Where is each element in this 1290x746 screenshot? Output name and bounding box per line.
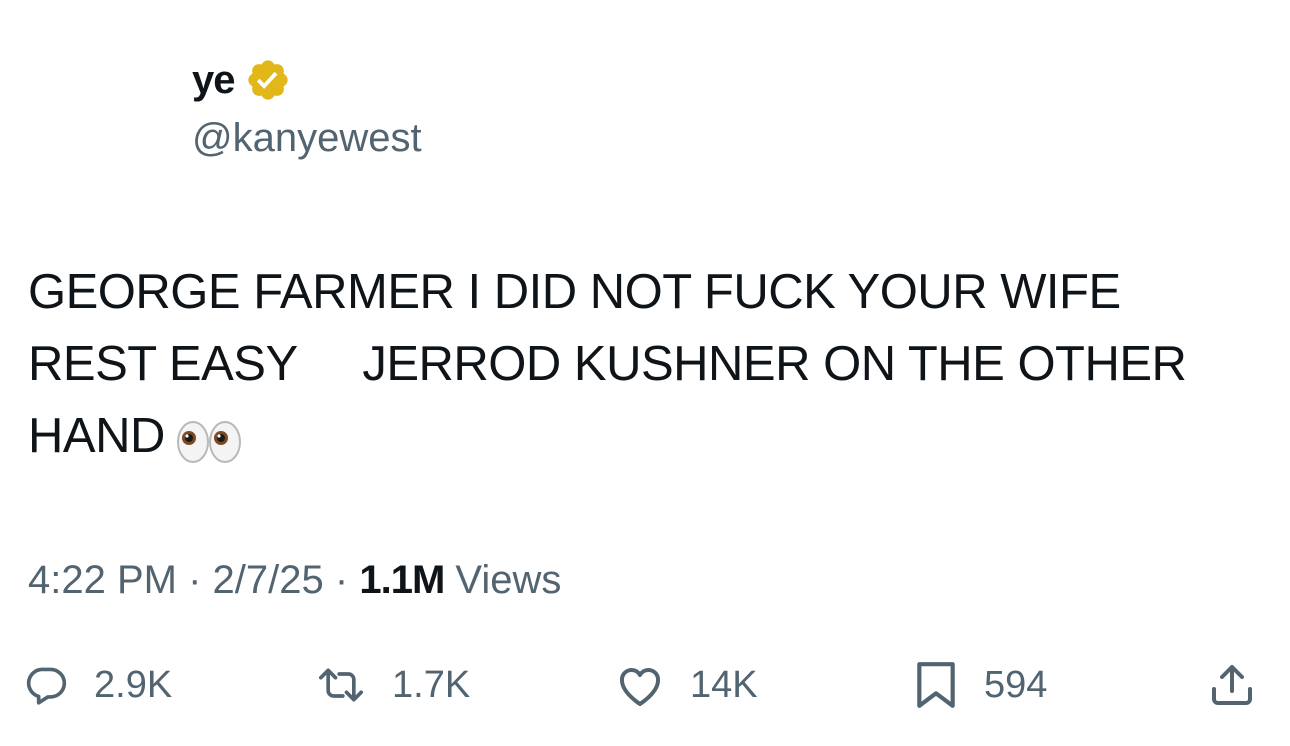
reply-button[interactable]: 2.9K [24,650,172,720]
reply-count: 2.9K [94,663,173,706]
verified-badge-icon[interactable] [245,57,291,103]
views-label: Views [455,558,562,602]
bookmark-button[interactable]: 594 [914,650,1047,720]
repost-button[interactable]: 1.7K [316,650,470,720]
share-button[interactable] [1208,650,1256,720]
tweet-text-line: REST EASY JERROD KUSHNER ON THE OTHER [28,337,1187,391]
share-icon[interactable] [1208,661,1256,709]
bookmark-icon[interactable] [914,660,958,710]
tweet-meta: 4:22 PM · 2/7/25 · 1.1M Views [28,552,561,608]
tweet-time[interactable]: 4:22 PM [28,558,177,602]
heart-icon[interactable] [616,663,664,707]
tweet-text-line: GEORGE FARMER I DID NOT FUCK YOUR WIFE [28,265,1121,319]
tweet-date[interactable]: 2/7/25 [213,558,324,602]
tweet-text: GEORGE FARMER I DID NOT FUCK YOUR WIFE R… [28,256,1268,472]
tweet-actions: 2.9K 1.7K 14K 594 [0,650,1290,720]
repost-icon[interactable] [316,663,366,707]
reply-icon[interactable] [24,663,68,707]
meta-separator: · [188,558,202,602]
author-handle[interactable]: @kanyewest [192,110,422,166]
like-button[interactable]: 14K [616,650,758,720]
author-display-name[interactable]: ye [192,52,235,108]
views-count: 1.1M [359,558,445,602]
tweet-text-segment: HAND [28,409,165,463]
tweet-author: ye @kanyewest [192,52,422,166]
like-count: 14K [690,663,758,706]
tweet-text-line: HAND [28,400,1268,472]
bookmark-count: 594 [984,663,1048,706]
eyes-icon [175,412,245,464]
repost-count: 1.7K [392,663,471,706]
meta-separator: · [334,558,349,602]
author-name-row: ye [192,52,422,108]
